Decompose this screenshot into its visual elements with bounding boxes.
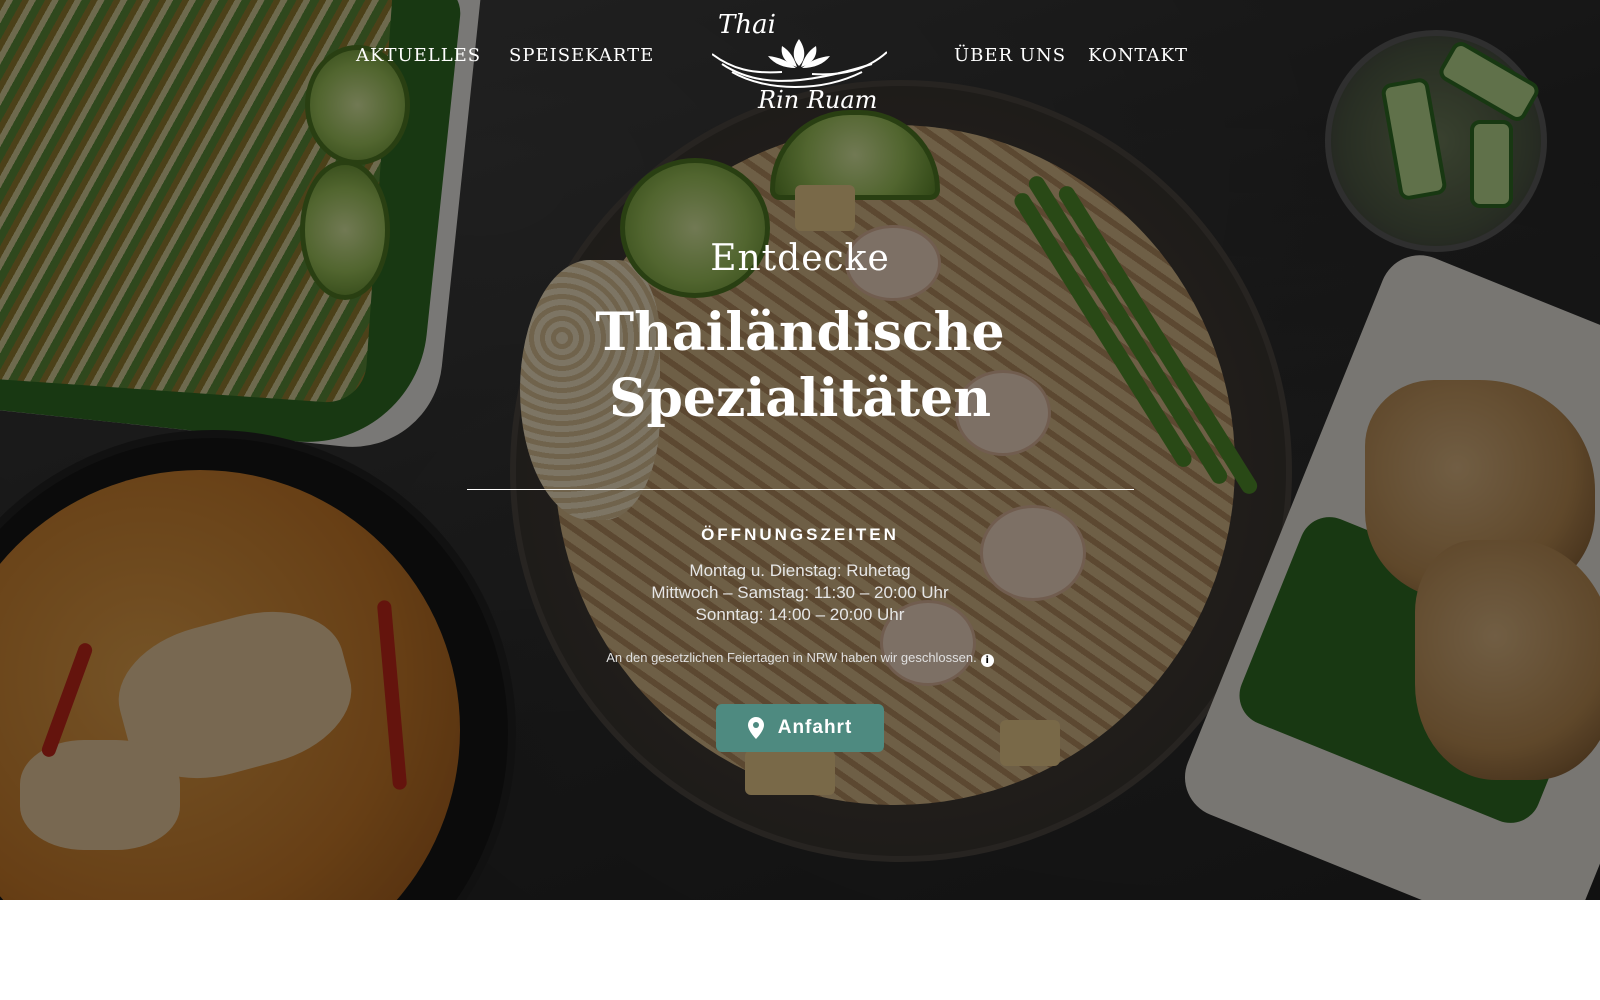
dark-overlay	[0, 0, 1600, 900]
opening-hours-title: ÖFFNUNGSZEITEN	[701, 525, 899, 544]
headline-line-2: Spezialitäten	[608, 368, 992, 429]
hero-kicker: Entdecke	[710, 238, 890, 279]
directions-button-label: Anfahrt	[777, 717, 853, 738]
lotus-logo-icon	[712, 39, 887, 88]
holiday-note: An den gesetzlichen Feiertagen in NRW ha…	[0, 650, 1600, 667]
opening-hours-list: Montag u. Dienstag: Ruhetag Mittwoch – S…	[0, 560, 1600, 626]
map-pin-icon	[747, 717, 764, 739]
divider-line	[467, 489, 1134, 490]
hero-headline: Thailändische Spezialitäten	[0, 300, 1600, 432]
logo-text-rin-ruam: Rin Ruam	[758, 86, 878, 114]
hero-section: AKTUELLES SPEISEKARTE ÜBER UNS KONTAKT T…	[0, 0, 1600, 900]
opening-hours-line: Mittwoch – Samstag: 11:30 – 20:00 Uhr	[651, 583, 949, 602]
nav-link-speisekarte[interactable]: SPEISEKARTE	[509, 45, 654, 66]
nav-link-aktuelles[interactable]: AKTUELLES	[356, 45, 481, 66]
opening-hours-line: Sonntag: 14:00 – 20:00 Uhr	[695, 605, 905, 624]
content-below-hero	[0, 900, 1600, 1000]
nav-link-ueber-uns[interactable]: ÜBER UNS	[954, 45, 1066, 66]
restaurant-logo[interactable]: Thai Rin Ruam	[712, 8, 887, 118]
directions-button[interactable]: Anfahrt	[716, 704, 884, 752]
headline-line-1: Thailändische	[595, 302, 1005, 363]
opening-hours-line: Montag u. Dienstag: Ruhetag	[689, 561, 911, 580]
info-icon[interactable]: i	[980, 654, 994, 667]
nav-link-kontakt[interactable]: KONTAKT	[1088, 45, 1188, 66]
holiday-note-text: An den gesetzlichen Feiertagen in NRW ha…	[606, 650, 977, 665]
